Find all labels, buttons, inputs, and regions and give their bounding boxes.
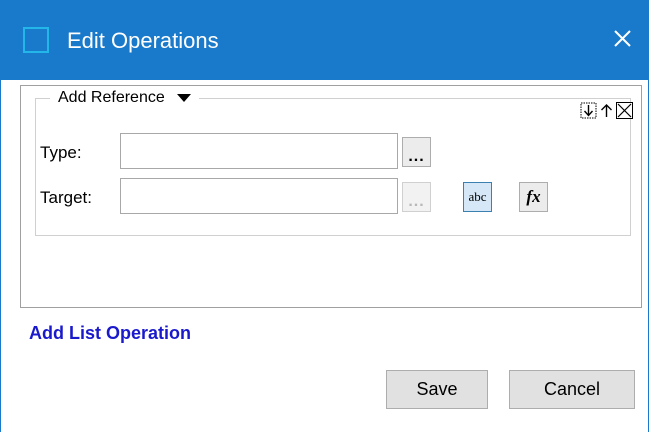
close-button[interactable] <box>606 24 638 56</box>
type-browse-button[interactable]: ... <box>402 137 431 167</box>
dialog-body: Add Reference Type: ... Target: ... abc … <box>0 80 649 432</box>
operations-panel: Add Reference Type: ... Target: ... abc … <box>20 85 642 308</box>
arrow-up-icon <box>601 104 612 117</box>
legend-label: Add Reference <box>58 89 165 106</box>
target-field[interactable] <box>120 178 398 214</box>
move-up-button[interactable] <box>598 102 615 119</box>
target-browse-button: ... <box>402 182 431 212</box>
function-button[interactable]: fx <box>519 182 548 212</box>
window-title: Edit Operations <box>67 28 219 53</box>
fx-icon: fx <box>526 187 541 206</box>
app-icon <box>23 27 49 53</box>
literal-value-button[interactable]: abc <box>463 182 492 212</box>
cancel-button[interactable]: Cancel <box>509 370 635 409</box>
add-reference-group: Add Reference Type: ... Target: ... abc … <box>35 87 633 236</box>
remove-operation-button[interactable] <box>616 102 633 119</box>
close-icon <box>614 30 631 47</box>
ellipsis-icon: ... <box>408 193 425 210</box>
type-label: Type: <box>40 143 82 162</box>
abc-icon: abc <box>468 189 487 204</box>
operation-toolbar <box>580 102 633 119</box>
caret-down-icon <box>176 94 191 102</box>
move-down-icon <box>580 102 597 119</box>
move-down-button[interactable] <box>580 102 597 119</box>
target-label: Target: <box>40 188 92 207</box>
remove-icon <box>616 102 633 119</box>
ellipsis-icon: ... <box>408 148 425 165</box>
add-reference-dropdown[interactable]: Add Reference <box>50 87 199 109</box>
add-list-operation-link[interactable]: Add List Operation <box>29 323 191 344</box>
save-button[interactable]: Save <box>386 370 488 409</box>
title-bar: Edit Operations <box>0 0 649 80</box>
type-field[interactable] <box>120 133 398 169</box>
